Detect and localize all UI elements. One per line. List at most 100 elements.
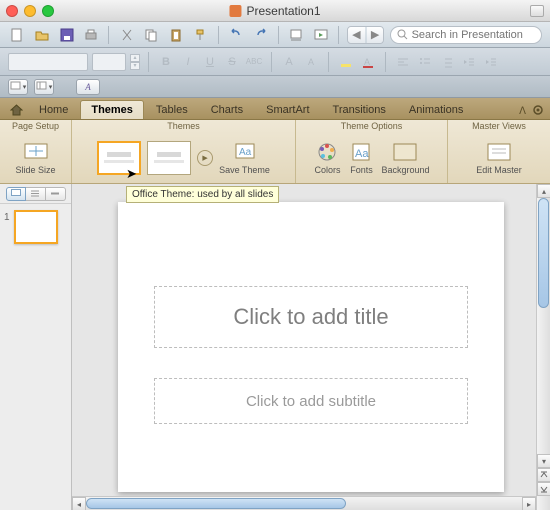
font-size-stepper[interactable]: ▴▾ bbox=[130, 54, 140, 70]
slide[interactable]: Click to add title Click to add subtitle bbox=[118, 202, 504, 492]
change-case-button[interactable]: ABC bbox=[245, 53, 263, 71]
bold-button[interactable]: B bbox=[157, 53, 175, 71]
ribbon-tabs: Home Themes Tables Charts SmartArt Trans… bbox=[0, 98, 550, 120]
theme-option-2[interactable] bbox=[147, 141, 191, 175]
close-window-button[interactable] bbox=[6, 5, 18, 17]
outline-view-button[interactable] bbox=[26, 187, 46, 201]
zoom-window-button[interactable] bbox=[42, 5, 54, 17]
main-split: 1 Office Theme: used by all slides Click… bbox=[0, 184, 550, 510]
scroll-left-button[interactable]: ◂ bbox=[72, 497, 86, 510]
save-button[interactable] bbox=[57, 25, 76, 45]
background-button[interactable]: Background bbox=[381, 140, 429, 175]
save-theme-button[interactable]: Aa Save Theme bbox=[219, 140, 270, 175]
window-controls bbox=[6, 5, 54, 17]
prev-slide-button[interactable] bbox=[537, 468, 550, 482]
vertical-scrollbar[interactable]: ▴ ▾ bbox=[536, 184, 550, 510]
ribbon-settings-icon[interactable] bbox=[532, 104, 544, 119]
scroll-up-button[interactable]: ▴ bbox=[537, 184, 550, 198]
presentation-file-icon bbox=[229, 5, 241, 17]
format-painter-button[interactable] bbox=[191, 25, 210, 45]
slides-view-button[interactable] bbox=[6, 187, 26, 201]
slide-show-button[interactable] bbox=[312, 25, 331, 45]
tab-transitions[interactable]: Transitions bbox=[322, 100, 397, 119]
formatting-toolbar: ▴▾ B I U S ABC A A A bbox=[0, 48, 550, 76]
slide-number: 1 bbox=[4, 210, 10, 223]
copy-button[interactable] bbox=[142, 25, 161, 45]
tab-home[interactable]: Home bbox=[28, 100, 79, 119]
group-page-setup: Page Setup Slide Size bbox=[0, 120, 72, 183]
search-input[interactable] bbox=[408, 29, 536, 41]
slide-canvas-area: Office Theme: used by all slides Click t… bbox=[72, 184, 550, 510]
vertical-scroll-thumb[interactable] bbox=[538, 198, 549, 308]
slides-sidebar: 1 bbox=[0, 184, 72, 510]
slide-thumbnail-1[interactable]: 1 bbox=[4, 210, 67, 244]
horizontal-scroll-thumb[interactable] bbox=[86, 498, 346, 509]
subtitle-placeholder[interactable]: Click to add subtitle bbox=[154, 378, 468, 424]
next-slide-button[interactable] bbox=[537, 482, 550, 496]
group-master-views: Master Views Edit Master bbox=[448, 120, 550, 183]
nav-arrows: ◀ ▶ bbox=[347, 26, 384, 44]
numbering-button[interactable] bbox=[438, 53, 456, 71]
tab-tables[interactable]: Tables bbox=[145, 100, 199, 119]
shrink-font-button[interactable]: A bbox=[302, 53, 320, 71]
bullets-button[interactable] bbox=[416, 53, 434, 71]
highlight-button[interactable] bbox=[337, 53, 355, 71]
font-size-select[interactable] bbox=[92, 53, 126, 71]
group-theme-options: Theme Options Colors Aa Fonts Background bbox=[296, 120, 448, 183]
paste-button[interactable] bbox=[167, 25, 186, 45]
tab-themes[interactable]: Themes bbox=[80, 100, 144, 119]
svg-text:A: A bbox=[364, 57, 370, 67]
ribbon-content: Page Setup Slide Size Themes ▶ Aa Save T… bbox=[0, 120, 550, 184]
minimize-window-button[interactable] bbox=[24, 5, 36, 17]
theme-tooltip: Office Theme: used by all slides bbox=[126, 186, 279, 203]
new-file-button[interactable] bbox=[8, 25, 27, 45]
cut-button[interactable] bbox=[117, 25, 136, 45]
themes-more-button[interactable]: ▶ bbox=[197, 150, 213, 166]
align-left-button[interactable] bbox=[394, 53, 412, 71]
home-icon[interactable] bbox=[6, 99, 26, 119]
slide-size-button[interactable]: Slide Size bbox=[15, 140, 55, 175]
text-style-button[interactable]: A bbox=[76, 79, 100, 95]
font-family-select[interactable] bbox=[8, 53, 88, 71]
nav-forward-button[interactable]: ▶ bbox=[367, 27, 384, 43]
tab-smartart[interactable]: SmartArt bbox=[255, 100, 320, 119]
svg-text:Aa: Aa bbox=[355, 148, 369, 160]
colors-button[interactable]: Colors bbox=[313, 140, 341, 175]
nav-back-button[interactable]: ◀ bbox=[348, 27, 365, 43]
edit-master-button[interactable]: Edit Master bbox=[476, 140, 522, 175]
toolbar-toggle-button[interactable] bbox=[530, 5, 544, 17]
italic-button[interactable]: I bbox=[179, 53, 197, 71]
window-titlebar: Presentation1 bbox=[0, 0, 550, 22]
slide-thumb-preview bbox=[14, 210, 58, 244]
underline-button[interactable]: U bbox=[201, 53, 219, 71]
increase-indent-button[interactable] bbox=[482, 53, 500, 71]
sub-toolbar: A bbox=[0, 76, 550, 98]
print-button[interactable] bbox=[82, 25, 101, 45]
search-icon bbox=[397, 29, 407, 40]
horizontal-scrollbar[interactable]: ◂ ▸ bbox=[72, 496, 536, 510]
layout-dropdown[interactable] bbox=[34, 79, 54, 95]
cursor-icon: ➤ bbox=[126, 166, 137, 182]
font-color-button[interactable]: A bbox=[359, 53, 377, 71]
ribbon-collapse-button[interactable]: ᐱ bbox=[519, 106, 526, 117]
svg-text:Aa: Aa bbox=[239, 147, 252, 158]
fonts-button[interactable]: Aa Fonts bbox=[347, 140, 375, 175]
scroll-right-button[interactable]: ▸ bbox=[522, 497, 536, 510]
scroll-down-button[interactable]: ▾ bbox=[537, 454, 550, 468]
tab-animations[interactable]: Animations bbox=[398, 100, 474, 119]
decrease-indent-button[interactable] bbox=[460, 53, 478, 71]
sidebar-view-switch bbox=[0, 184, 71, 204]
title-placeholder[interactable]: Click to add title bbox=[154, 286, 468, 348]
sidebar-close-button[interactable] bbox=[46, 187, 66, 201]
window-title: Presentation1 bbox=[246, 4, 320, 18]
undo-button[interactable] bbox=[227, 25, 246, 45]
strike-button[interactable]: S bbox=[223, 53, 241, 71]
redo-button[interactable] bbox=[251, 25, 270, 45]
search-box[interactable] bbox=[390, 26, 542, 44]
new-slide-dropdown[interactable] bbox=[8, 79, 28, 95]
open-file-button[interactable] bbox=[33, 25, 52, 45]
grow-font-button[interactable]: A bbox=[280, 53, 298, 71]
toggle-notes-button[interactable] bbox=[287, 25, 306, 45]
group-themes: Themes ▶ Aa Save Theme ➤ bbox=[72, 120, 296, 183]
tab-charts[interactable]: Charts bbox=[200, 100, 254, 119]
